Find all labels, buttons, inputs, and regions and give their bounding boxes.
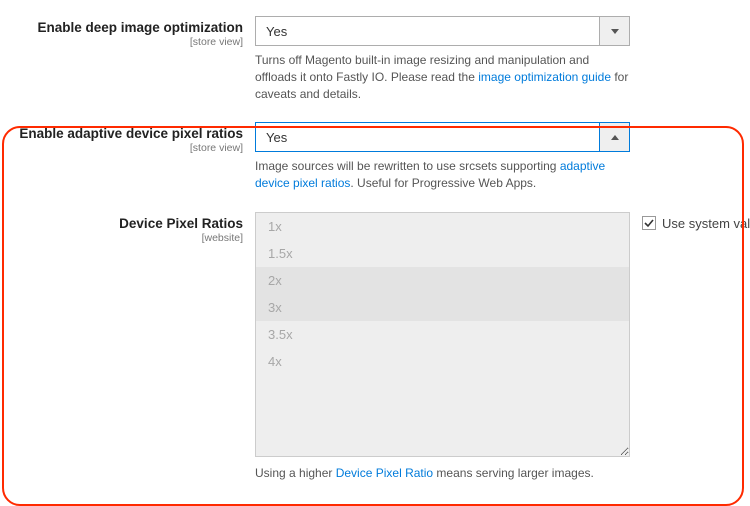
field-help: Using a higher Device Pixel Ratio means … <box>255 465 630 482</box>
config-row-adaptive-dpr: Enable adaptive device pixel ratios [sto… <box>0 120 750 192</box>
field-control-cell: Yes Turns off Magento built-in image res… <box>255 14 630 102</box>
device-pixel-ratios-listbox[interactable]: 1x1.5x2x3x3.5x4x <box>255 212 630 457</box>
listbox-option[interactable]: 1x <box>256 213 629 240</box>
field-label: Enable deep image optimization <box>8 20 243 35</box>
field-label-cell: Device Pixel Ratios [website] <box>0 210 255 244</box>
field-control-cell: 1x1.5x2x3x3.5x4x Using a higher Device P… <box>255 210 630 482</box>
chevron-up-icon <box>599 123 629 151</box>
help-text: Image sources will be rewritten to use s… <box>255 159 560 173</box>
listbox-option[interactable]: 3.5x <box>256 321 629 348</box>
help-text: . Useful for Progressive Web Apps. <box>350 176 536 190</box>
field-scope: [website] <box>8 232 243 244</box>
field-help: Turns off Magento built-in image resizin… <box>255 52 630 102</box>
device-pixel-ratio-link[interactable]: Device Pixel Ratio <box>336 466 433 480</box>
chevron-down-icon <box>599 17 629 45</box>
check-icon <box>644 218 654 228</box>
field-help: Image sources will be rewritten to use s… <box>255 158 630 192</box>
help-text: means serving larger images. <box>433 466 594 480</box>
field-scope: [store view] <box>8 36 243 48</box>
image-optimization-guide-link[interactable]: image optimization guide <box>478 70 611 84</box>
field-label: Enable adaptive device pixel ratios <box>8 126 243 141</box>
listbox-option[interactable]: 2x <box>256 267 629 294</box>
config-row-device-pixel-ratios: Device Pixel Ratios [website] 1x1.5x2x3x… <box>0 210 750 482</box>
listbox-option[interactable]: 1.5x <box>256 240 629 267</box>
config-row-deep-image-opt: Enable deep image optimization [store vi… <box>0 14 750 102</box>
enable-adaptive-dpr-select[interactable]: Yes <box>255 122 630 152</box>
use-system-value-row[interactable]: Use system value <box>642 216 750 231</box>
field-scope: [store view] <box>8 142 243 154</box>
listbox-option[interactable]: 3x <box>256 294 629 321</box>
help-text: Using a higher <box>255 466 336 480</box>
select-value: Yes <box>256 17 599 45</box>
listbox-option[interactable]: 4x <box>256 348 629 375</box>
enable-deep-image-opt-select[interactable]: Yes <box>255 16 630 46</box>
use-system-value-checkbox[interactable] <box>642 216 656 230</box>
field-control-cell: Yes Image sources will be rewritten to u… <box>255 120 630 192</box>
field-extra-cell: Use system value <box>630 210 750 231</box>
field-label: Device Pixel Ratios <box>8 216 243 231</box>
select-value: Yes <box>256 123 599 151</box>
use-system-value-label: Use system value <box>662 216 750 231</box>
field-label-cell: Enable adaptive device pixel ratios [sto… <box>0 120 255 154</box>
field-label-cell: Enable deep image optimization [store vi… <box>0 14 255 48</box>
